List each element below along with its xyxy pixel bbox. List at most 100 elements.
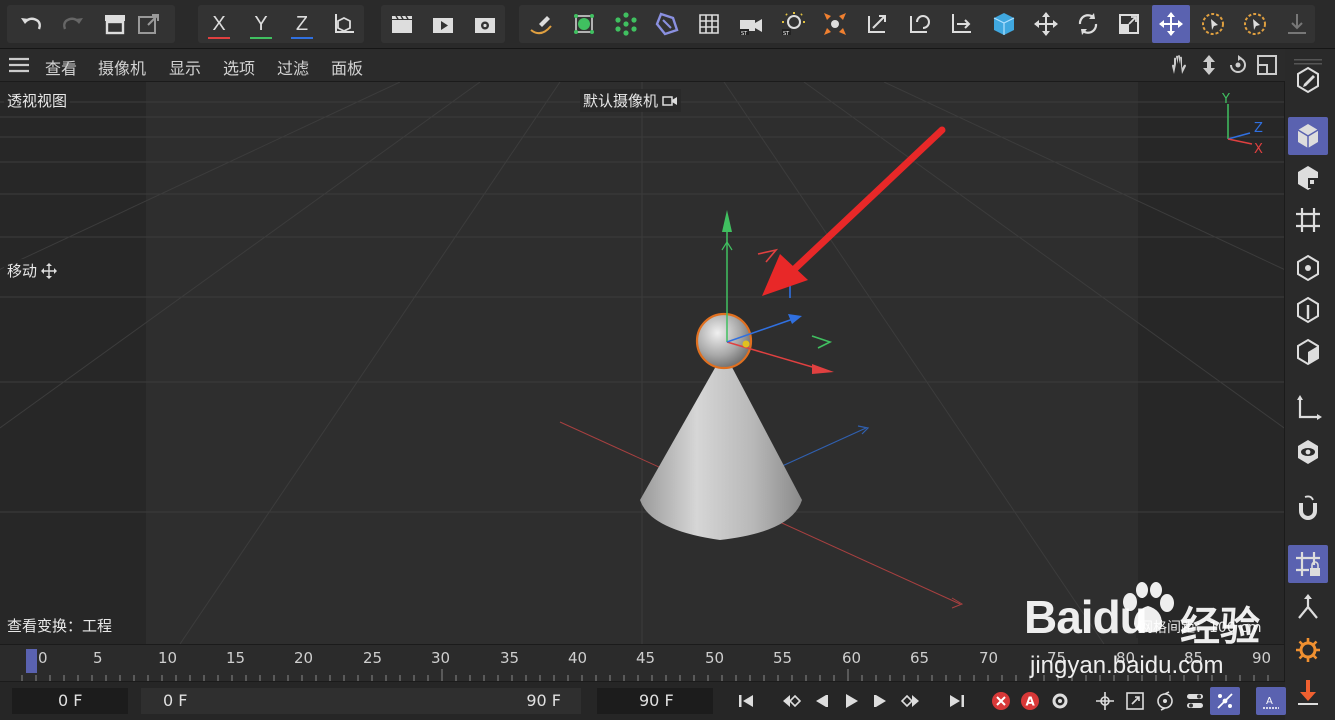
orient-z-label: Z xyxy=(1254,121,1263,136)
autokey-button[interactable]: A xyxy=(1015,687,1045,715)
deformer-button[interactable] xyxy=(648,5,686,43)
camera-label[interactable]: 默认摄像机 xyxy=(580,89,682,112)
render-to-picture-viewer-button[interactable] xyxy=(424,5,462,43)
spline-pen-button[interactable] xyxy=(522,5,560,43)
lock-x-axis-button[interactable]: X xyxy=(200,5,238,43)
project-button[interactable] xyxy=(96,5,134,43)
go-to-end-button[interactable] xyxy=(942,687,972,715)
record-parameter-button[interactable] xyxy=(1180,687,1210,715)
selection-cursor-icon xyxy=(1244,13,1266,35)
play-button[interactable] xyxy=(836,687,866,715)
edges-mode-button[interactable] xyxy=(1288,291,1328,329)
scale-tool-button[interactable] xyxy=(816,5,854,43)
axis-rotate-button[interactable] xyxy=(900,5,938,43)
parameter-toggle-icon xyxy=(1187,694,1203,708)
lock-z-axis-button[interactable]: Z xyxy=(283,5,321,43)
eye-hexagon-icon xyxy=(1298,440,1318,464)
next-key-button[interactable] xyxy=(896,687,926,715)
menu-filter[interactable]: 过滤 xyxy=(277,55,309,79)
axis-scale-button[interactable] xyxy=(942,5,980,43)
make-editable-button[interactable] xyxy=(1288,61,1328,99)
svg-text:ST: ST xyxy=(741,31,748,37)
previous-key-icon xyxy=(783,694,802,708)
position-cross-icon xyxy=(1096,692,1114,710)
move-tool-active-button[interactable] xyxy=(1152,5,1190,43)
menu-panel[interactable]: 面板 xyxy=(331,55,363,79)
previous-frame-button[interactable] xyxy=(806,687,836,715)
points-mode-button[interactable] xyxy=(1288,249,1328,287)
snap-settings-button[interactable] xyxy=(1278,5,1316,43)
record-scale-button[interactable] xyxy=(1120,687,1150,715)
hamburger-menu-button[interactable] xyxy=(8,57,30,73)
viewport-scene: Y Z X xyxy=(0,82,1284,644)
orbit-view-button[interactable] xyxy=(1227,54,1249,76)
pan-view-button[interactable] xyxy=(1168,54,1190,76)
subdivision-surface-button[interactable] xyxy=(565,5,603,43)
current-frame-playhead[interactable] xyxy=(26,649,37,673)
enable-axis-button[interactable] xyxy=(1288,389,1328,427)
perspective-viewport[interactable]: Y Z X 透视视图 默认摄像机 移动 查看变换：工程 网格间距：100 cm xyxy=(0,82,1284,644)
menu-options[interactable]: 选项 xyxy=(223,55,255,79)
grid-icon xyxy=(699,14,719,34)
render-view-button[interactable] xyxy=(383,5,421,43)
next-frame-button[interactable] xyxy=(866,687,896,715)
move-tool-button[interactable] xyxy=(1027,5,1065,43)
next-key-icon xyxy=(900,694,919,708)
points-icon xyxy=(1297,254,1319,282)
open-external-button[interactable] xyxy=(130,5,168,43)
frame-range-slider[interactable]: 0 F 90 F xyxy=(141,688,581,714)
svg-text:A: A xyxy=(1266,696,1273,707)
redo-button[interactable] xyxy=(54,5,92,43)
dolly-view-button[interactable] xyxy=(1198,54,1220,76)
axis-move-button[interactable] xyxy=(858,5,896,43)
coordinate-system-button[interactable] xyxy=(325,5,363,43)
maximize-view-button[interactable] xyxy=(1256,54,1278,76)
polygons-mode-button[interactable] xyxy=(1288,333,1328,371)
current-frame-field[interactable]: 0 F xyxy=(12,688,128,714)
interpolation-button[interactable]: A xyxy=(1256,687,1286,715)
texture-mode-button[interactable] xyxy=(1288,159,1328,197)
record-keys-button[interactable] xyxy=(986,687,1016,715)
record-icon xyxy=(992,692,1010,710)
up-down-arrows-icon xyxy=(1203,55,1215,75)
svg-text:ST: ST xyxy=(783,31,790,37)
render-settings-button[interactable] xyxy=(466,5,504,43)
sphere-object[interactable] xyxy=(695,312,753,370)
world-coordinates-icon xyxy=(335,14,354,33)
timeline-tick: 55 xyxy=(773,649,793,667)
scale-box-icon xyxy=(1119,14,1139,34)
scale-object-button[interactable] xyxy=(1110,5,1148,43)
range-end-value: 90 F xyxy=(526,691,561,710)
previous-key-button[interactable] xyxy=(776,687,806,715)
axis-x-underline xyxy=(208,37,230,39)
menu-display[interactable]: 显示 xyxy=(169,55,201,79)
record-rotation-button[interactable] xyxy=(1150,687,1180,715)
cloner-button[interactable] xyxy=(607,5,645,43)
snap-magnet-button[interactable] xyxy=(1288,489,1328,527)
timeline-tick: 60 xyxy=(842,649,862,667)
model-mode-side-button[interactable] xyxy=(1288,117,1328,155)
selection-filter-button[interactable] xyxy=(1236,5,1274,43)
key-settings-button[interactable] xyxy=(1045,687,1075,715)
solo-view-button[interactable] xyxy=(1288,433,1328,471)
menu-view[interactable]: 查看 xyxy=(45,55,77,79)
camera-button[interactable]: ST xyxy=(732,5,770,43)
camera-icon: ST xyxy=(740,19,762,37)
undo-button[interactable] xyxy=(12,5,50,43)
cone-object[interactable] xyxy=(640,352,802,540)
lock-y-axis-button[interactable]: Y xyxy=(242,5,280,43)
go-to-start-button[interactable] xyxy=(731,687,761,715)
rotate-tool-button[interactable] xyxy=(1069,5,1107,43)
light-button[interactable]: ST xyxy=(774,5,812,43)
move-arrows-icon xyxy=(1159,12,1183,36)
end-frame-field[interactable]: 90 F xyxy=(597,688,713,714)
polygons-icon xyxy=(1297,338,1319,366)
timeline-tick: 15 xyxy=(226,649,246,667)
menu-cameras[interactable]: 摄像机 xyxy=(98,55,146,79)
record-position-button[interactable] xyxy=(1090,687,1120,715)
workplane-mode-button[interactable] xyxy=(1288,201,1328,239)
record-point-level-button[interactable] xyxy=(1210,687,1240,715)
floor-grid-button[interactable] xyxy=(690,5,728,43)
live-selection-button[interactable] xyxy=(1194,5,1232,43)
model-mode-button[interactable] xyxy=(985,5,1023,43)
